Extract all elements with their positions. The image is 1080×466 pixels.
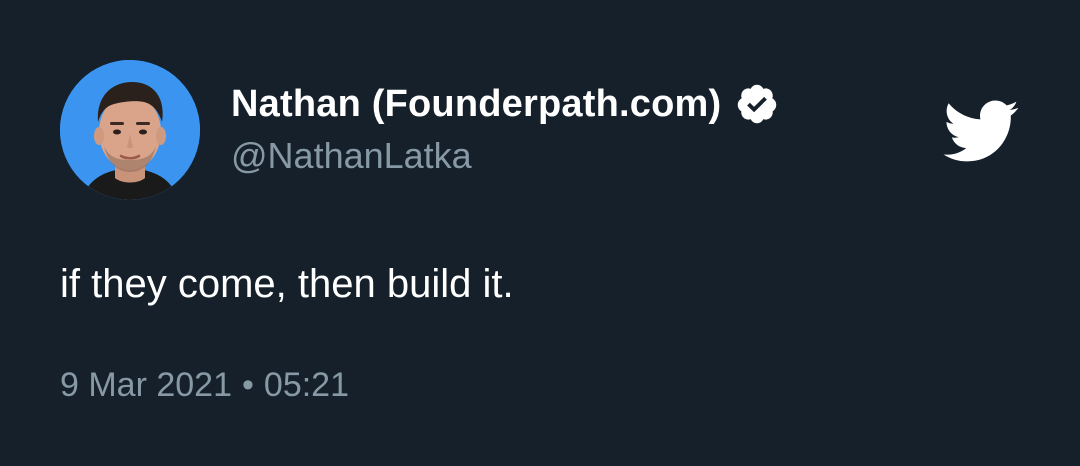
twitter-bird-icon[interactable]: [940, 98, 1020, 164]
avatar-photo: [60, 60, 200, 200]
verified-badge-icon: [735, 82, 779, 126]
tweet-time: 05:21: [263, 366, 349, 404]
author-handle[interactable]: @NathanLatka: [231, 135, 472, 177]
meta-separator: •: [242, 366, 254, 404]
author-name[interactable]: Nathan (Founderpath.com): [231, 83, 721, 126]
tweet-card: Nathan (Founderpath.com) @NathanLatka if…: [0, 0, 1080, 466]
avatar[interactable]: [60, 60, 200, 200]
author-name-row: Nathan (Founderpath.com): [231, 81, 779, 127]
tweet-date: 9 Mar 2021: [60, 366, 232, 404]
tweet-timestamp[interactable]: 9 Mar 2021 • 05:21: [60, 366, 349, 405]
tweet-text: if they come, then build it.: [60, 262, 514, 306]
